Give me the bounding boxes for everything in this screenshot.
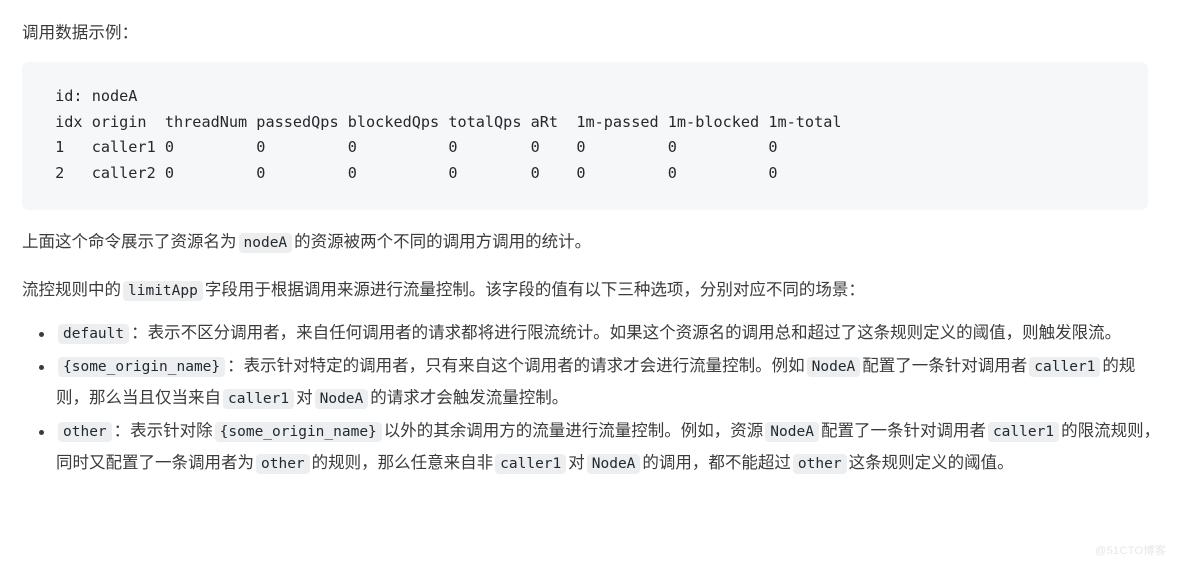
- inline-code-nodea-3: NodeA: [314, 389, 369, 409]
- inline-code-caller1-4: caller1: [495, 454, 567, 474]
- list-item-other: other ：表示针对除 {some_origin_name} 以外的其余调用方的流量…: [39, 416, 1162, 480]
- code-block: id: nodeA idx origin threadNum passedQps…: [22, 62, 1148, 210]
- paragraph-1: 上面这个命令展示了资源名为 nodeA 的资源被两个不同的调用方调用的统计。: [22, 229, 1162, 256]
- list-item-2-text-5: 的请求才会触发流量控制。: [370, 389, 569, 407]
- list-item-3-text-8: 这条规则定义的阈值。: [848, 454, 1014, 472]
- list-item-3-text-7: 的调用，都不能超过: [642, 454, 791, 472]
- inline-code-other-1: other: [58, 422, 112, 442]
- list-item-2-text-4: 对: [296, 389, 313, 407]
- list-item-default-text: ：表示不区分调用者，来自任何调用者的请求都将进行限流统计。如果这个资源名的调用总…: [131, 324, 1122, 342]
- inline-code-default: default: [58, 324, 130, 344]
- options-list: default ：表示不区分调用者，来自任何调用者的请求都将进行限流统计。如果这个…: [22, 318, 1162, 480]
- code-block-content: id: nodeA idx origin threadNum passedQps…: [55, 87, 842, 182]
- inline-code-caller1-1: caller1: [1029, 357, 1101, 377]
- list-item-default: default ：表示不区分调用者，来自任何调用者的请求都将进行限流统计。如果这个…: [39, 318, 1162, 350]
- watermark: @51CTO博客: [1095, 545, 1166, 557]
- inline-code-nodea-4: NodeA: [765, 422, 819, 442]
- paragraph-1-text-2: 的资源被两个不同的调用方调用的统计。: [294, 233, 592, 251]
- list-item-3-text-3: 配置了一条针对调用者: [820, 422, 986, 440]
- paragraph-2-text-2: 字段用于根据调用来源进行流量控制。该字段的值有以下三种选项，分别对应不同的场景：: [204, 281, 865, 299]
- list-item-some-origin-name: {some_origin_name} ：表示针对特定的调用者，只有来自这个调用者的…: [39, 351, 1162, 415]
- intro-paragraph: 调用数据示例：: [22, 24, 139, 42]
- inline-code-some-origin-name-2: {some_origin_name}: [214, 422, 382, 442]
- inline-code-nodea-5: NodeA: [586, 454, 641, 474]
- inline-code-caller1-3: caller1: [987, 422, 1060, 442]
- inline-code-caller1-2: caller1: [223, 389, 295, 409]
- list-item-3-text-5: 的规则，那么任意来自非: [311, 454, 494, 472]
- paragraph-2-text-1: 流控规则中的: [22, 281, 121, 299]
- list-item-2-text-2: 配置了一条针对调用者: [862, 357, 1028, 375]
- inline-code-nodea: nodeA: [238, 233, 293, 253]
- inline-code-limitapp: limitApp: [123, 281, 203, 301]
- document-page: 调用数据示例： id: nodeA idx origin threadNum p…: [0, 0, 1184, 565]
- inline-code-nodea-2: NodeA: [806, 357, 861, 377]
- inline-code-other-2: other: [256, 454, 310, 474]
- inline-code-other-3: other: [792, 454, 847, 474]
- inline-code-some-origin-name: {some_origin_name}: [58, 357, 226, 377]
- paragraph-1-text-1: 上面这个命令展示了资源名为: [22, 233, 237, 251]
- list-item-2-text-1: ：表示针对特定的调用者，只有来自这个调用者的请求才会进行流量控制。例如: [227, 357, 805, 375]
- paragraph-2: 流控规则中的 limitApp 字段用于根据调用来源进行流量控制。该字段的值有以下三…: [22, 277, 1162, 304]
- list-item-3-text-2: 以外的其余调用方的流量进行流量控制。例如，资源: [383, 422, 764, 440]
- list-item-3-text-1: ：表示针对除: [113, 422, 213, 440]
- list-item-3-text-6: 对: [568, 454, 585, 472]
